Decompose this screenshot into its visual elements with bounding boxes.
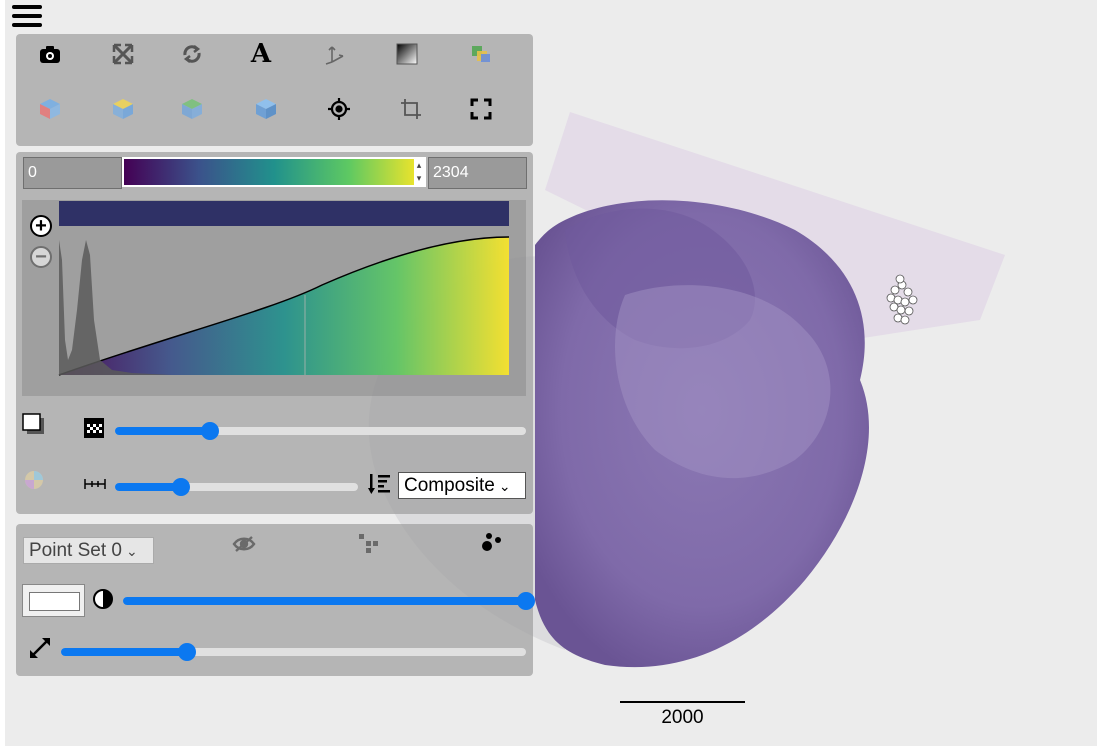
zoom-in-icon[interactable]: +: [30, 215, 52, 237]
point-size-slider[interactable]: [61, 643, 526, 661]
hamburger-menu-icon[interactable]: [12, 3, 42, 29]
chevron-down-icon: ⌄: [125, 543, 138, 559]
rotate-icon[interactable]: [177, 39, 207, 69]
point-opacity-slider[interactable]: [123, 592, 535, 610]
blend-mode-value: Composite: [404, 475, 495, 496]
range-max-input[interactable]: 2304: [428, 157, 527, 189]
point-glyph-icon[interactable]: [480, 530, 504, 559]
fullscreen-icon[interactable]: [466, 94, 496, 124]
point-set-select-value: Point Set 0: [29, 540, 122, 561]
colormap-panel: 0 ▴ ▾ 2304 + − Composite ⌄: [16, 152, 533, 514]
scale-bar-label: 2000: [661, 707, 704, 728]
opacity-curve[interactable]: [58, 236, 510, 376]
scale-bar: 2000: [620, 701, 745, 729]
blend-order-icon: [368, 472, 392, 501]
visibility-hidden-icon[interactable]: [232, 534, 256, 559]
point-set-select[interactable]: Point Set 0 ⌄: [23, 537, 154, 564]
point-color-picker[interactable]: [22, 584, 85, 617]
zoom-out-icon[interactable]: −: [30, 246, 52, 268]
point-color-swatch: [29, 592, 80, 611]
annotation-text-icon[interactable]: A: [246, 39, 276, 69]
resize-arrows-icon: [29, 637, 51, 664]
shadow-icon[interactable]: [22, 413, 46, 440]
reset-camera-icon[interactable]: [324, 94, 354, 124]
point-set-panel: Point Set 0 ⌄: [16, 524, 535, 676]
select-arrows-icon: ▴ ▾: [414, 159, 424, 185]
view-z-icon[interactable]: [177, 94, 207, 124]
volume-opacity-slider[interactable]: [115, 422, 526, 440]
interpolation-icon[interactable]: [23, 469, 45, 496]
blend-mode-select[interactable]: Composite ⌄: [398, 472, 526, 499]
contrast-icon: [92, 588, 114, 615]
scale-bar-line: [620, 701, 745, 703]
colormap-select[interactable]: ▴ ▾: [122, 157, 426, 187]
axes-icon[interactable]: [319, 39, 349, 69]
view-x-icon[interactable]: [35, 94, 65, 124]
range-min-input[interactable]: 0: [23, 157, 122, 189]
expand-arrows-icon[interactable]: [108, 39, 138, 69]
sample-distance-slider[interactable]: [115, 478, 358, 496]
camera-icon[interactable]: [35, 39, 65, 69]
crop-icon[interactable]: [396, 94, 426, 124]
point-shape-icon[interactable]: [357, 532, 379, 559]
planes-icon[interactable]: [466, 39, 496, 69]
opacity-curve-fill: [59, 237, 509, 375]
opacity-checker-icon: [83, 417, 105, 444]
sample-distance-icon: [83, 477, 107, 496]
toolbar-panel: A: [16, 34, 533, 146]
colormap-range-bar[interactable]: [59, 201, 509, 226]
histogram: [59, 240, 172, 375]
transfer-function-editor[interactable]: + −: [22, 200, 526, 396]
transfer-function-canvas: [58, 236, 510, 376]
view-y-icon[interactable]: [108, 94, 138, 124]
gradient-opacity-icon[interactable]: [392, 39, 422, 69]
chevron-down-icon: ⌄: [498, 478, 511, 494]
view-3d-icon[interactable]: [251, 94, 281, 124]
